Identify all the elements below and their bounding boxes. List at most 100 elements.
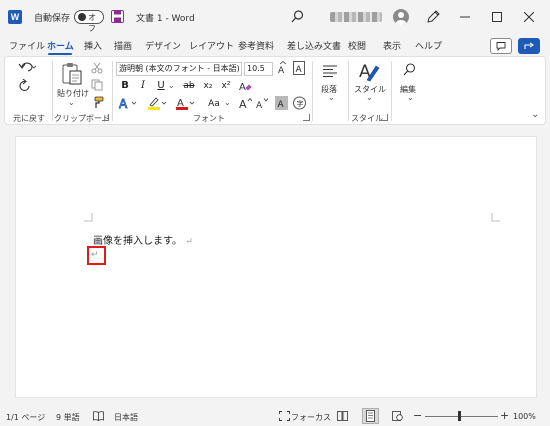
zoom-out-button[interactable]: −	[413, 409, 422, 422]
redo-icon[interactable]	[18, 79, 32, 93]
web-layout-icon[interactable]	[392, 411, 403, 421]
document-page[interactable]	[15, 136, 537, 398]
tab-draw[interactable]: 描画	[114, 39, 132, 52]
paste-icon[interactable]	[61, 62, 83, 86]
bold-button[interactable]: B	[118, 80, 132, 92]
margin-corner-top-right	[491, 213, 500, 222]
paragraph-icon[interactable]	[323, 65, 337, 77]
underline-dropdown-icon[interactable]: ⌄	[168, 81, 175, 90]
zoom-slider[interactable]	[425, 416, 498, 417]
tab-design[interactable]: デザイン	[145, 39, 181, 52]
separator	[312, 61, 313, 121]
italic-button[interactable]: I	[136, 80, 150, 92]
focus-button[interactable]: フォーカス	[291, 412, 331, 423]
separator	[52, 61, 53, 121]
zoom-level[interactable]: 100%	[513, 412, 536, 421]
highlighter-icon[interactable]	[147, 96, 169, 110]
tab-review[interactable]: 校閲	[348, 39, 366, 52]
tab-mailings[interactable]: 差し込み文書	[287, 39, 341, 52]
font-name-select[interactable]: 游明朝 (本文のフォント - 日本語)	[116, 62, 242, 76]
cut-icon[interactable]	[91, 62, 103, 74]
collapse-ribbon-icon[interactable]: ⌄	[531, 109, 539, 120]
styles-launcher-icon[interactable]	[381, 114, 388, 121]
tab-references[interactable]: 参考資料	[238, 39, 274, 52]
account-name[interactable]	[330, 12, 382, 22]
undo-group-label: 元に戻す	[13, 114, 45, 123]
svg-text:A: A	[239, 98, 247, 110]
font-size-select[interactable]: 10.5	[244, 62, 273, 76]
subscript-button[interactable]: x₂	[201, 80, 215, 92]
superscript-button[interactable]: x²	[219, 80, 233, 92]
format-painter-icon[interactable]	[91, 96, 104, 109]
document-title: 文書 1 - Word	[136, 14, 195, 24]
change-case-dropdown-icon[interactable]: ⌄	[224, 98, 231, 107]
zoom-slider-thumb[interactable]	[458, 411, 461, 421]
svg-text:A: A	[256, 101, 263, 110]
clipboard-launcher-icon[interactable]	[102, 114, 109, 121]
minimize-icon[interactable]	[460, 12, 470, 22]
focus-icon[interactable]	[279, 411, 290, 421]
close-icon[interactable]	[524, 12, 534, 22]
separator	[112, 61, 113, 121]
paragraph-dropdown-icon[interactable]: ⌄	[328, 93, 335, 102]
paste-dropdown-icon[interactable]: ⌄	[68, 98, 75, 107]
underline-button[interactable]: U	[154, 80, 168, 92]
tab-home[interactable]: ホーム	[47, 39, 74, 52]
editing-icon[interactable]	[403, 63, 416, 76]
text-effects-clear-icon[interactable]: A	[238, 79, 252, 93]
save-icon[interactable]	[111, 10, 124, 23]
avatar[interactable]	[393, 9, 409, 25]
empty-paragraph-mark[interactable]: ↵	[91, 250, 99, 260]
styles-icon[interactable]: A	[358, 60, 380, 82]
page-count[interactable]: 1/1 ページ	[6, 412, 45, 423]
svg-text:A: A	[239, 82, 246, 93]
ribbon-tabs: ファイル ホーム 挿入 描画 デザイン レイアウト 参考資料 差し込み文書 校閲…	[0, 36, 550, 56]
font-group-label: フォント	[193, 114, 225, 123]
print-layout-icon[interactable]	[362, 408, 379, 424]
proofing-book-icon[interactable]	[93, 411, 104, 421]
comment-button[interactable]	[490, 38, 512, 54]
ribbon: 元に戻す 貼り付け ⌄ クリップボード 游明朝 (本文のフォント - 日本語) …	[4, 56, 546, 125]
text-effects-icon[interactable]: A	[118, 96, 140, 110]
tab-help[interactable]: ヘルプ	[415, 39, 442, 52]
tab-view[interactable]: 表示	[383, 39, 401, 52]
font-size-increase-icon[interactable]: A	[277, 61, 289, 75]
read-mode-icon[interactable]	[337, 411, 348, 421]
clear-format-icon[interactable]: A	[293, 61, 305, 75]
undo-icon[interactable]	[18, 61, 38, 73]
paragraph-mark: ↵	[185, 237, 193, 247]
change-case-button[interactable]: Aa	[203, 98, 225, 110]
styles-group-label: スタイル	[351, 114, 383, 123]
grow-font-icon[interactable]: A	[239, 96, 253, 110]
svg-text:A: A	[278, 100, 285, 110]
document-line-1[interactable]: 画像を挿入します。 ↵	[93, 232, 193, 247]
shrink-font-icon[interactable]: A	[256, 96, 270, 110]
tab-layout[interactable]: レイアウト	[189, 39, 234, 52]
search-icon[interactable]	[291, 10, 304, 23]
character-shading-icon[interactable]: A	[275, 96, 288, 110]
active-tab-underline	[48, 53, 72, 55]
font-color-icon[interactable]: A	[175, 96, 197, 110]
zoom-in-button[interactable]: +	[500, 409, 509, 422]
autosave-toggle[interactable]: オフ	[74, 10, 104, 33]
autosave-label: 自動保存	[34, 14, 71, 24]
copy-icon[interactable]	[91, 79, 103, 91]
strikethrough-button[interactable]: ab	[182, 80, 196, 92]
word-count[interactable]: 9 単語	[56, 412, 80, 423]
svg-text:A: A	[278, 66, 285, 75]
status-bar: 1/1 ページ 9 単語 日本語 フォーカス − + 100%	[0, 406, 550, 426]
font-launcher-icon[interactable]	[303, 114, 310, 121]
tab-file[interactable]: ファイル	[9, 39, 45, 52]
tab-insert[interactable]: 挿入	[84, 39, 102, 52]
svg-text:字: 字	[297, 99, 304, 108]
pen-icon[interactable]	[426, 10, 440, 24]
separator	[348, 61, 349, 121]
maximize-icon[interactable]	[492, 12, 502, 22]
enclose-characters-icon[interactable]: 字	[293, 96, 306, 110]
language-indicator[interactable]: 日本語	[114, 412, 138, 423]
styles-dropdown-icon[interactable]: ⌄	[366, 93, 373, 102]
toggle-knob	[78, 13, 86, 21]
word-logo-icon: W	[8, 10, 22, 24]
editing-dropdown-icon[interactable]: ⌄	[407, 93, 414, 102]
share-button[interactable]	[518, 38, 540, 54]
